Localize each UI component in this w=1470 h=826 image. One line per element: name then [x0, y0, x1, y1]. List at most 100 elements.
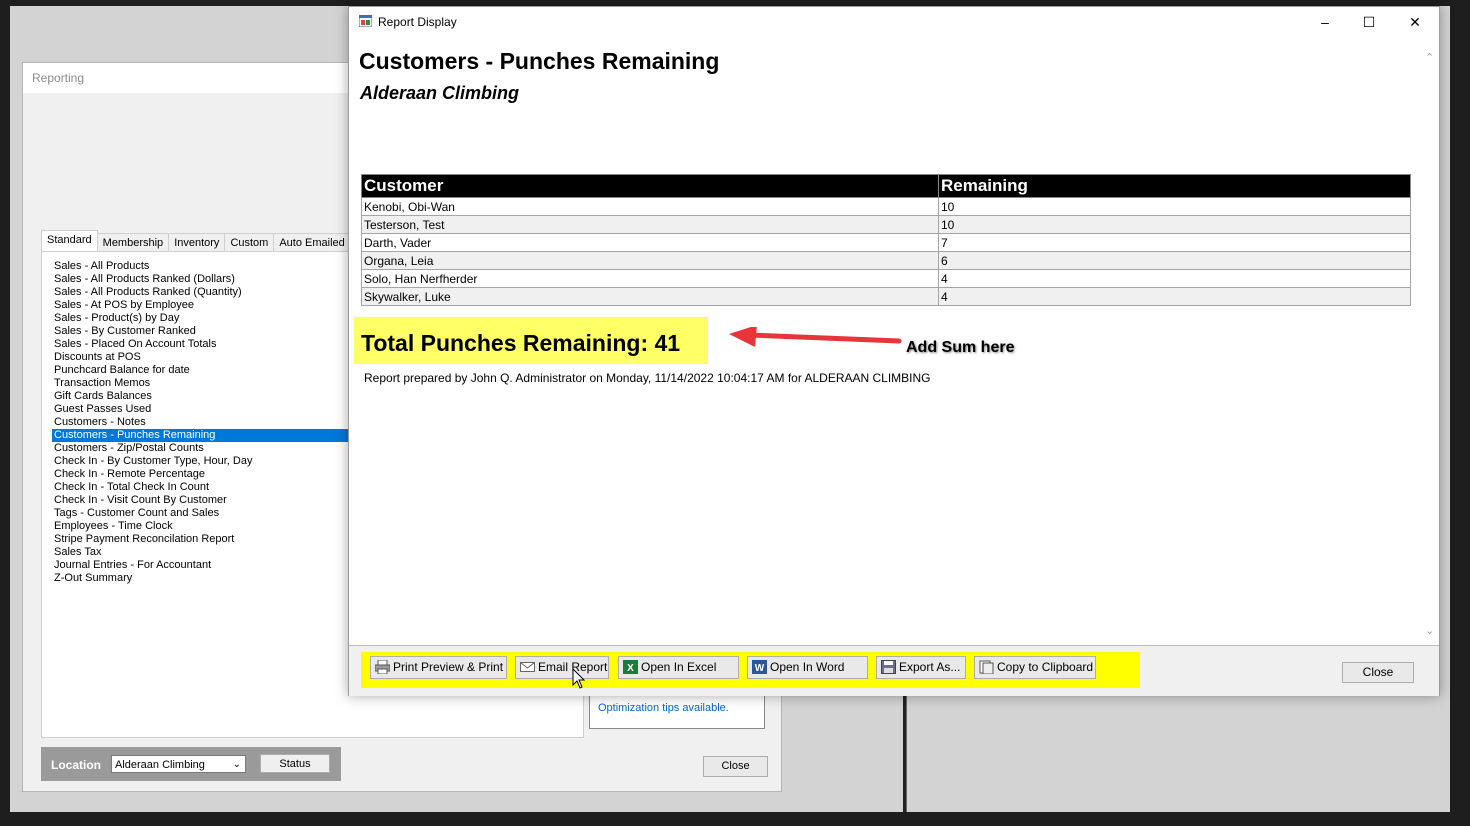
remaining-cell: 10	[938, 215, 1411, 234]
report-list-item[interactable]: Customers - Punches Remaining	[52, 429, 372, 442]
total-highlight: Total Punches Remaining: 41	[354, 317, 708, 364]
report-list-item[interactable]: Check In - Visit Count By Customer	[52, 494, 372, 507]
tab-custom[interactable]: Custom	[224, 233, 275, 253]
excel-icon: X	[623, 660, 638, 674]
scroll-down-icon[interactable]: ⌄	[1425, 624, 1434, 637]
report-display-window: Report Display – ☐ ✕ Customers - Punches…	[348, 6, 1440, 696]
report-list-item[interactable]: Sales - All Products	[52, 260, 372, 273]
table-row: Darth, Vader 7	[361, 233, 1411, 252]
report-close-button[interactable]: Close	[1342, 662, 1414, 683]
customer-cell: Organa, Leia	[361, 251, 939, 270]
export-as-label: Export As...	[899, 660, 961, 674]
total-punches-text: Total Punches Remaining: 41	[361, 330, 681, 356]
scroll-up-icon[interactable]: ⌃	[1425, 51, 1434, 64]
tab-inventory[interactable]: Inventory	[168, 233, 226, 253]
remaining-cell: 4	[938, 269, 1411, 288]
report-toolbar: Print Preview & Print Email Report X Ope…	[349, 645, 1439, 696]
report-list-item[interactable]: Z-Out Summary	[52, 572, 372, 585]
location-value: Alderaan Climbing	[115, 759, 205, 771]
report-list-item[interactable]: Discounts at POS	[52, 351, 372, 364]
envelope-icon	[520, 662, 535, 672]
report-subtitle: Alderaan Climbing	[360, 83, 520, 103]
table-row: Organa, Leia 6	[361, 251, 1411, 270]
print-preview-label: Print Preview & Print	[393, 660, 504, 674]
report-tabs: Standard Membership Inventory Custom Aut…	[41, 230, 362, 253]
vertical-scrollbar[interactable]: ⌃ ⌄	[1422, 37, 1439, 645]
table-row: Skywalker, Luke 4	[361, 287, 1411, 306]
annotation-arrow-icon	[729, 327, 902, 347]
remaining-cell: 7	[938, 233, 1411, 252]
report-list-item[interactable]: Transaction Memos	[52, 377, 372, 390]
customer-cell: Kenobi, Obi-Wan	[361, 197, 939, 216]
report-list-item[interactable]: Tags - Customer Count and Sales	[52, 507, 372, 520]
table-header-row: Customer Remaining	[361, 174, 1411, 198]
table-row: Testerson, Test 10	[361, 215, 1411, 234]
printer-icon	[375, 660, 390, 674]
report-list-item[interactable]: Check In - By Customer Type, Hour, Day	[52, 455, 372, 468]
minimize-icon[interactable]: –	[1310, 13, 1340, 31]
open-in-word-button[interactable]: W Open In Word	[747, 656, 868, 679]
report-list-item[interactable]: Sales - Product(s) by Day	[52, 312, 372, 325]
remaining-cell: 10	[938, 197, 1411, 216]
report-list-item[interactable]: Journal Entries - For Accountant	[52, 559, 372, 572]
location-label: Location	[51, 758, 101, 772]
email-report-button[interactable]: Email Report	[515, 656, 609, 679]
report-content: Customers - Punches Remaining Alderaan C…	[349, 37, 1421, 645]
report-list-item[interactable]: Sales - Placed On Account Totals	[52, 338, 372, 351]
maximize-icon[interactable]: ☐	[1354, 13, 1384, 31]
table-row: Solo, Han Nerfherder 4	[361, 269, 1411, 288]
prepared-by-text: Report prepared by John Q. Administrator…	[364, 371, 931, 385]
tab-membership[interactable]: Membership	[96, 233, 170, 253]
window-title: Report Display	[378, 15, 457, 29]
report-list-item[interactable]: Customers - Zip/Postal Counts	[52, 442, 372, 455]
customer-cell: Testerson, Test	[361, 215, 939, 234]
report-list-item[interactable]: Sales - All Products Ranked (Quantity)	[52, 286, 372, 299]
report-list-item[interactable]: Customers - Notes	[52, 416, 372, 429]
report-list-item[interactable]: Sales - At POS by Employee	[52, 299, 372, 312]
report-list-item[interactable]: Gift Cards Balances	[52, 390, 372, 403]
mouse-cursor-icon	[572, 668, 586, 689]
report-list-item[interactable]: Sales - All Products Ranked (Dollars)	[52, 273, 372, 286]
print-preview-button[interactable]: Print Preview & Print	[370, 656, 507, 679]
copy-to-clipboard-button[interactable]: Copy to Clipboard	[974, 656, 1096, 679]
report-list-item[interactable]: Sales Tax	[52, 546, 372, 559]
customer-cell: Darth, Vader	[361, 233, 939, 252]
open-in-excel-button[interactable]: X Open In Excel	[618, 656, 739, 679]
column-header-remaining: Remaining	[938, 174, 1411, 198]
report-table-body: Kenobi, Obi-Wan 10 Testerson, Test 10 Darth,…	[361, 197, 1411, 306]
report-list-item[interactable]: Punchcard Balance for date	[52, 364, 372, 377]
report-list-item[interactable]: Stripe Payment Reconcilation Report	[52, 533, 372, 546]
report-list-item[interactable]: Guest Passes Used	[52, 403, 372, 416]
reporting-close-button[interactable]: Close	[703, 756, 768, 777]
word-icon: W	[752, 660, 767, 674]
report-table: Customer Remaining Kenobi, Obi-Wan 10 Test…	[361, 174, 1411, 306]
svg-text:X: X	[627, 663, 634, 674]
save-disk-icon	[881, 660, 896, 674]
remaining-cell: 6	[938, 251, 1411, 270]
report-titlebar: Report Display – ☐ ✕	[349, 7, 1439, 37]
location-bar: Location Alderaan Climbing ⌄ Status	[41, 747, 341, 781]
table-row: Kenobi, Obi-Wan 10	[361, 197, 1411, 216]
status-button[interactable]: Status	[260, 754, 330, 773]
report-list-item[interactable]: Sales - By Customer Ranked	[52, 325, 372, 338]
location-select[interactable]: Alderaan Climbing ⌄	[111, 755, 246, 773]
report-list-item[interactable]: Check In - Remote Percentage	[52, 468, 372, 481]
customer-cell: Skywalker, Luke	[361, 287, 939, 306]
export-as-button[interactable]: Export As...	[876, 656, 966, 679]
report-list-item[interactable]: Employees - Time Clock	[52, 520, 372, 533]
customer-cell: Solo, Han Nerfherder	[361, 269, 939, 288]
app-icon	[359, 15, 372, 27]
report-list-item[interactable]: Check In - Total Check In Count	[52, 481, 372, 494]
open-in-excel-label: Open In Excel	[641, 660, 717, 674]
remaining-cell: 4	[938, 287, 1411, 306]
annotation-text: Add Sum here	[906, 339, 1015, 356]
close-icon[interactable]: ✕	[1400, 13, 1430, 31]
copy-to-clipboard-label: Copy to Clipboard	[997, 660, 1094, 674]
tab-standard[interactable]: Standard	[41, 230, 98, 253]
optimization-tips-link[interactable]: Optimization tips available.	[598, 702, 729, 714]
report-list: Sales - All Products Sales - All Products…	[52, 260, 372, 585]
column-header-customer: Customer	[361, 174, 939, 198]
report-title: Customers - Punches Remaining	[359, 48, 720, 74]
clipboard-icon	[979, 660, 994, 674]
svg-text:W: W	[755, 663, 765, 674]
